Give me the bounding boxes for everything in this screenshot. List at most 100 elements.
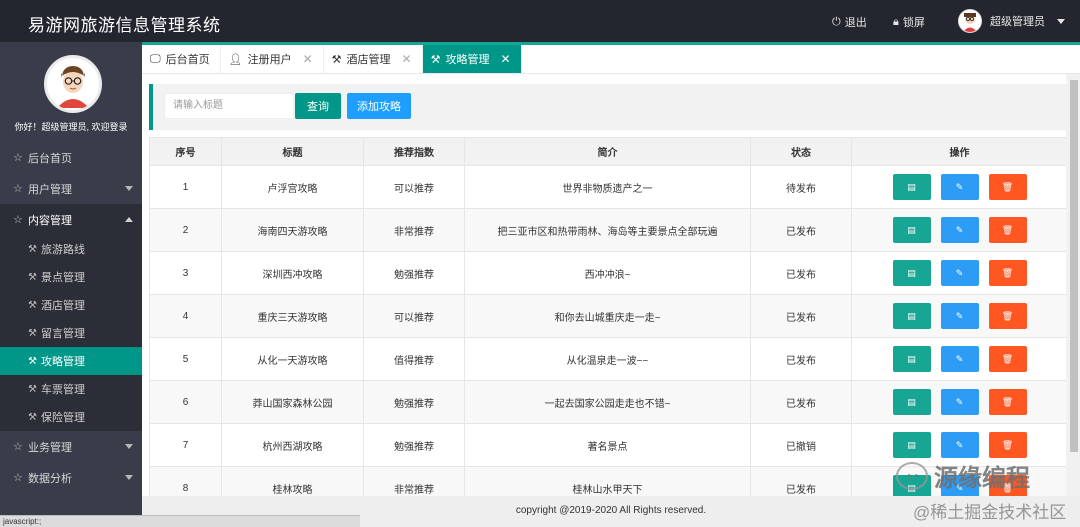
sidebar-item-home[interactable]: ☆ 后台首页: [0, 142, 142, 173]
delete-button[interactable]: 🗑︎: [988, 389, 1027, 415]
tools-icon: ⚒: [28, 299, 37, 311]
cell-actions: ▤ ✎ 🗑︎: [851, 251, 1066, 295]
delete-button[interactable]: 🗑︎: [988, 174, 1027, 200]
delete-button[interactable]: 🗑︎: [988, 346, 1027, 372]
view-button[interactable]: ▤: [892, 217, 931, 243]
edit-button[interactable]: ✎: [940, 303, 979, 329]
sidebar-item-label: 内容管理: [28, 214, 72, 227]
chevron-down-icon: [125, 444, 133, 449]
sidebar-subitem-guides[interactable]: ⚒ 攻略管理: [0, 347, 142, 375]
view-button[interactable]: ▤: [892, 303, 931, 329]
cell-no: 3: [149, 251, 222, 295]
content-submenu: ⚒ 旅游路线 ⚒ 景点管理 ⚒ 酒店管理 ⚒ 留言管理 ⚒ 攻略管理 ⚒ 车票管理 ⚒ 保险管…: [0, 235, 142, 431]
edit-button[interactable]: ✎: [940, 260, 979, 286]
cell-status: 待发布: [750, 165, 852, 209]
star-icon: ☆: [13, 214, 23, 226]
edit-button[interactable]: ✎: [940, 346, 979, 372]
close-icon[interactable]: ✕: [402, 52, 412, 66]
edit-button[interactable]: ✎: [940, 389, 979, 415]
user-menu[interactable]: 超级管理员: [958, 9, 1065, 33]
tab-label: 后台首页: [165, 54, 210, 66]
cell-no: 2: [149, 208, 222, 252]
table-row: 2 海南四天游攻略 非常推荐 把三亚市区和热带雨林、海岛等主要景点全部玩遍 已发…: [149, 208, 1066, 252]
column-header: 操作: [851, 137, 1066, 166]
chevron-up-icon: [125, 217, 133, 222]
sidebar-item-business[interactable]: ☆ 业务管理: [0, 431, 142, 462]
trash-icon: 🗑︎: [1001, 224, 1014, 235]
cell-recommend: 勉强推荐: [363, 423, 465, 467]
delete-button[interactable]: 🗑︎: [988, 303, 1027, 329]
sidebar-item-label: 后台首页: [28, 152, 72, 165]
view-button[interactable]: ▤: [892, 389, 931, 415]
table-row: 1 卢浮宫攻略 可以推荐 世界非物质遗产之一 待发布 ▤ ✎ 🗑︎: [149, 165, 1066, 209]
sidebar-subitem-insurance[interactable]: ⚒ 保险管理: [0, 403, 142, 431]
vertical-scrollbar[interactable]: [1068, 74, 1080, 496]
document-icon: ▤: [907, 181, 916, 192]
search-input[interactable]: 请输入标题: [164, 93, 294, 119]
tab-guides[interactable]: ⚒ 攻略管理 ✕: [422, 45, 522, 73]
tab-hotels[interactable]: ⚒ 酒店管理 ✕: [324, 45, 423, 73]
wechat-icon: ◔◔: [896, 461, 928, 490]
delete-button[interactable]: 🗑︎: [988, 260, 1027, 286]
cell-actions: ▤ ✎ 🗑︎: [851, 208, 1066, 252]
trash-icon: 🗑︎: [1001, 310, 1014, 321]
trash-icon: 🗑︎: [1001, 353, 1014, 364]
sidebar-subitem-routes[interactable]: ⚒ 旅游路线: [0, 235, 142, 263]
view-button[interactable]: ▤: [892, 346, 931, 372]
cell-title: 重庆三天游攻略: [221, 294, 364, 338]
query-button[interactable]: 查询: [295, 93, 341, 119]
username-label: 超级管理员: [990, 16, 1045, 28]
edit-button[interactable]: ✎: [940, 174, 979, 200]
sidebar-subitem-tickets[interactable]: ⚒ 车票管理: [0, 375, 142, 403]
delete-button[interactable]: 🗑︎: [988, 217, 1027, 243]
star-icon: ☆: [13, 441, 23, 453]
cell-recommend: 值得推荐: [363, 337, 465, 381]
sidebar-item-users[interactable]: ☆ 用户管理: [0, 173, 142, 204]
cell-recommend: 勉强推荐: [363, 380, 465, 424]
scrollbar-thumb[interactable]: [1070, 80, 1078, 452]
sidebar-subitem-hotels[interactable]: ⚒ 酒店管理: [0, 291, 142, 319]
cell-title: 卢浮宫攻略: [221, 165, 364, 209]
column-header: 简介: [464, 137, 751, 166]
table-row: 3 深圳西冲攻略 勉强推荐 西冲冲浪~ 已发布 ▤ ✎ 🗑︎: [149, 251, 1066, 295]
lock-icon: 🔒︎: [893, 15, 899, 28]
cell-no: 1: [149, 165, 222, 209]
sidebar-subitem-spots[interactable]: ⚒ 景点管理: [0, 263, 142, 291]
pencil-icon: ✎: [955, 439, 964, 450]
view-button[interactable]: ▤: [892, 174, 931, 200]
edit-button[interactable]: ✎: [940, 217, 979, 243]
column-header: 推荐指数: [363, 137, 465, 166]
cell-no: 8: [149, 466, 222, 496]
star-icon: ☆: [13, 152, 23, 164]
sidebar-item-label: 业务管理: [28, 441, 72, 454]
tools-icon: ⚒: [28, 327, 37, 339]
add-guide-button[interactable]: 添加攻略: [347, 93, 411, 119]
delete-button[interactable]: 🗑︎: [988, 432, 1027, 458]
chevron-down-icon: [125, 475, 133, 480]
cell-title: 莽山国家森林公园: [221, 380, 364, 424]
watermark-line1: 源缘编程: [934, 465, 1030, 492]
view-button[interactable]: ▤: [892, 432, 931, 458]
tools-icon: ⚒: [430, 53, 441, 66]
lock-screen-button[interactable]: 🔒︎ 锁屏: [893, 14, 925, 30]
pencil-icon: ✎: [955, 224, 964, 235]
cell-recommend: 非常推荐: [363, 208, 465, 252]
table-row: 4 重庆三天游攻略 可以推荐 和你去山城重庆走一走~ 已发布 ▤ ✎ 🗑︎: [149, 294, 1066, 338]
sidebar-item-analytics[interactable]: ☆ 数据分析: [0, 462, 142, 493]
document-icon: ▤: [907, 396, 916, 407]
sidebar-subitem-messages[interactable]: ⚒ 留言管理: [0, 319, 142, 347]
sidebar-item-content[interactable]: ☆ 内容管理: [0, 204, 142, 235]
tools-icon: ⚒: [28, 243, 37, 255]
cell-intro: 桂林山水甲天下: [464, 466, 751, 496]
tab-register-users[interactable]: 👤︎ 注册用户 ✕: [221, 45, 324, 73]
chevron-down-icon: [1057, 18, 1065, 24]
tab-home[interactable]: 🖵 后台首页: [142, 45, 221, 73]
cell-intro: 西冲冲浪~: [464, 251, 751, 295]
edit-button[interactable]: ✎: [940, 432, 979, 458]
tab-label: 注册用户: [247, 54, 292, 66]
logout-button[interactable]: ⏻ 退出: [832, 14, 867, 30]
close-icon[interactable]: ✕: [500, 52, 510, 66]
document-icon: ▤: [907, 439, 916, 450]
view-button[interactable]: ▤: [892, 260, 931, 286]
close-icon[interactable]: ✕: [303, 52, 313, 66]
